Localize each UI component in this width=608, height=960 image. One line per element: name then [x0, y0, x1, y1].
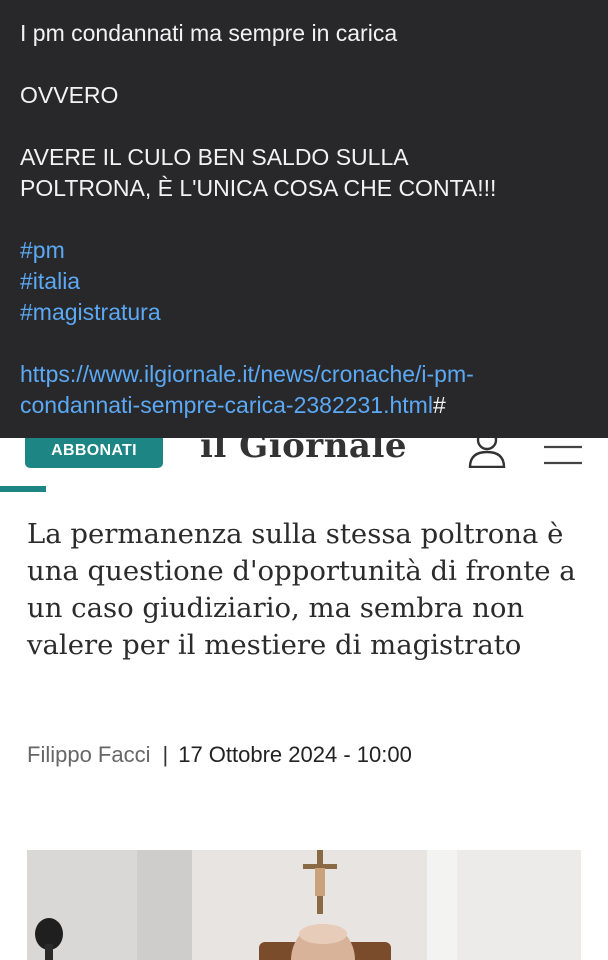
author-name[interactable]: Filippo Facci	[27, 742, 150, 767]
post-line: OVVERO	[20, 82, 119, 108]
photo-illustration	[27, 850, 581, 960]
site-logo[interactable]: il Giornale	[200, 438, 407, 466]
article-link[interactable]: https://www.ilgiornale.it/news/cronache/…	[20, 359, 588, 421]
byline-separator: |	[162, 742, 169, 767]
user-icon[interactable]	[467, 438, 507, 468]
post-line: AVERE IL CULO BEN SALDO SULLA	[20, 144, 409, 170]
hamburger-menu-icon[interactable]	[544, 444, 582, 466]
article-headline: La permanenza sulla stessa poltrona è un…	[27, 518, 576, 661]
article-link-part1: https://www.ilgiornale.it/news/cronache/…	[20, 361, 474, 387]
social-post-text: I pm condannati ma sempre in carica OVVE…	[0, 0, 608, 438]
link-hash-suffix: #	[432, 392, 446, 418]
article-byline: Filippo Facci | 17 Ottobre 2024 - 10:00	[27, 742, 587, 768]
article-photo	[27, 850, 581, 960]
hashtag-magistratura[interactable]: #magistratura	[20, 297, 588, 328]
hashtag-pm[interactable]: #pm	[20, 235, 588, 266]
subscribe-button[interactable]: ABBONATI	[25, 438, 163, 468]
site-header: ABBONATI il Giornale	[0, 438, 608, 494]
publish-date: 17 Ottobre 2024 - 10:00	[178, 742, 412, 767]
hashtag-italia[interactable]: #italia	[20, 266, 588, 297]
news-article-screenshot: ABBONATI il Giornale La permanenza sulla…	[0, 438, 608, 960]
accent-bar	[0, 486, 46, 492]
article-link-part2: condannati-sempre-carica-2382231.html	[20, 392, 433, 418]
post-line: I pm condannati ma sempre in carica	[20, 20, 398, 46]
post-line: POLTRONA, È L'UNICA COSA CHE CONTA!!!	[20, 175, 497, 201]
